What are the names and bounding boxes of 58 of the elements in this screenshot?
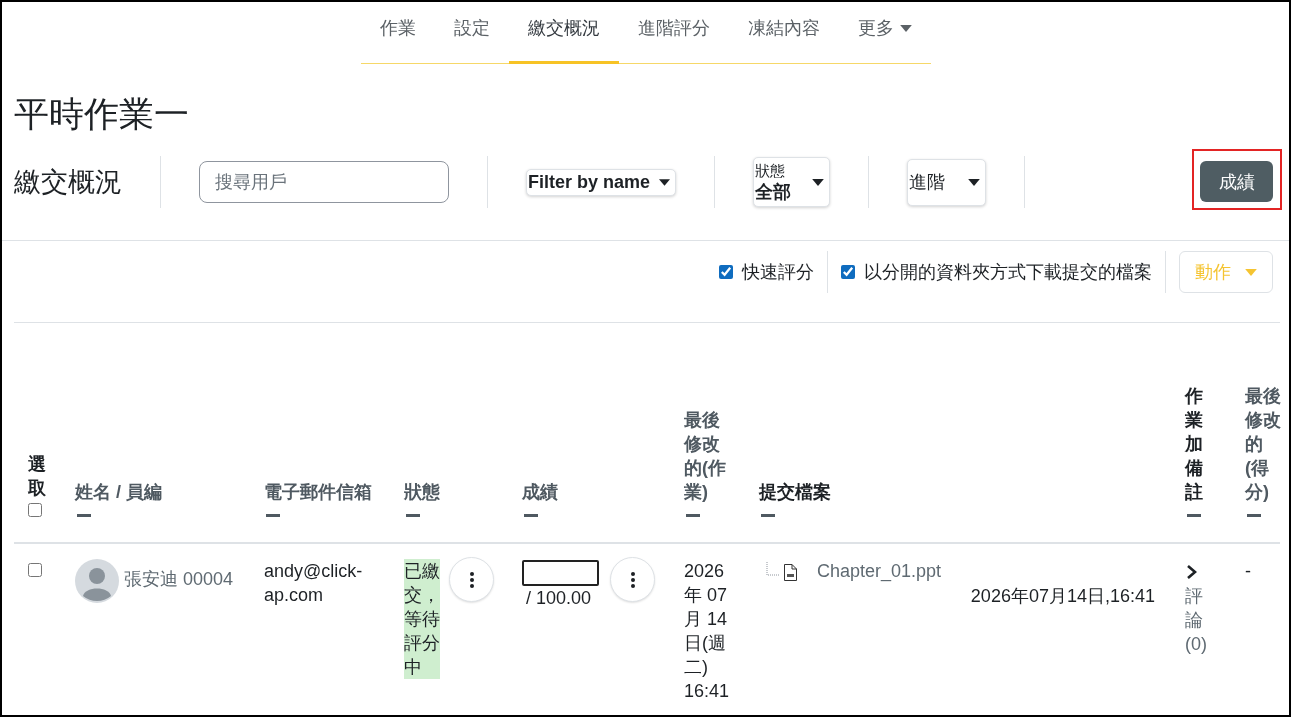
column-header[interactable]: 姓名 / 員編	[75, 480, 162, 504]
nav-tab[interactable]: 凍結內容	[728, 2, 839, 64]
select-all-checkbox[interactable]	[28, 503, 42, 517]
name-filter-dropdown[interactable]: Filter by name	[526, 168, 676, 196]
grade-input-field[interactable]	[522, 560, 599, 586]
file-link[interactable]: Chapter_01.ppt	[817, 559, 942, 583]
column-header[interactable]: 成績	[522, 480, 558, 504]
caret-down-icon	[1245, 268, 1257, 276]
grade-modified-text: -	[1245, 560, 1252, 583]
minus-icon[interactable]	[77, 514, 91, 517]
more-options-button[interactable]	[449, 557, 494, 602]
more-options-button[interactable]	[610, 557, 655, 602]
caret-down-icon	[899, 25, 912, 32]
minus-icon[interactable]	[1247, 514, 1261, 517]
column-header[interactable]: 電子郵件信箱	[264, 480, 372, 504]
advanced-filter-dropdown[interactable]: 進階	[907, 158, 986, 206]
minus-icon[interactable]	[761, 514, 775, 517]
status-filter-dropdown[interactable]: 狀態 全部	[753, 157, 830, 207]
option-label[interactable]: 快速評分	[742, 260, 814, 284]
column-header: 提交檔案	[759, 481, 831, 504]
option-label[interactable]: 以分開的資料夾方式下載提交的檔案	[864, 260, 1152, 284]
user-avatar-icon	[75, 559, 119, 603]
file-modified-date: 2026年07月14日,16:41	[970, 585, 1155, 608]
column-header: 作業加備註	[1185, 385, 1204, 504]
comments-toggle[interactable]: 評論 (0)	[1185, 559, 1209, 656]
user-name-link[interactable]: 張安迪 00004	[124, 567, 234, 591]
caret-down-icon	[659, 178, 670, 186]
max-grade-text: / 100.00	[525, 587, 593, 610]
file-icon	[782, 564, 798, 581]
minus-icon[interactable]	[406, 514, 420, 517]
grade-button[interactable]: 成績	[1200, 161, 1273, 202]
section-heading: 繳交概況	[14, 166, 122, 199]
minus-icon[interactable]	[686, 514, 700, 517]
caret-down-icon	[812, 178, 824, 186]
minus-icon[interactable]	[266, 514, 280, 517]
last-modified-date: 2026年 07月 14日(週二) 16:41	[684, 560, 731, 703]
minus-icon[interactable]	[1187, 514, 1201, 517]
column-header[interactable]: 狀態	[404, 480, 440, 504]
nav-tab[interactable]: 進階評分	[618, 2, 729, 64]
nav-tab[interactable]: 更多	[838, 2, 931, 64]
tree-line-icon	[766, 562, 780, 576]
minus-icon[interactable]	[524, 514, 538, 517]
vertical-dots-icon	[630, 571, 635, 588]
nav-tab[interactable]: 繳交概況	[508, 2, 619, 64]
column-header: 選取	[28, 453, 47, 500]
row-checkbox[interactable]	[28, 563, 42, 577]
search-field[interactable]: 搜尋用戶	[199, 161, 449, 203]
page-title: 平時作業一	[14, 93, 190, 135]
submission-status: 已繳交，等待評分中	[404, 559, 440, 679]
option-checkbox[interactable]	[841, 265, 855, 279]
caret-down-icon	[968, 178, 980, 186]
vertical-dots-icon	[469, 571, 474, 588]
column-header[interactable]: 最後修改的(得分)	[1245, 384, 1283, 504]
email-text: andy@click-ap.com	[264, 560, 364, 607]
option-checkbox[interactable]	[719, 265, 733, 279]
column-header[interactable]: 最後修改的(作業)	[684, 408, 732, 504]
nav-tab[interactable]: 作業	[360, 2, 435, 64]
nav-tab[interactable]: 設定	[434, 2, 509, 64]
